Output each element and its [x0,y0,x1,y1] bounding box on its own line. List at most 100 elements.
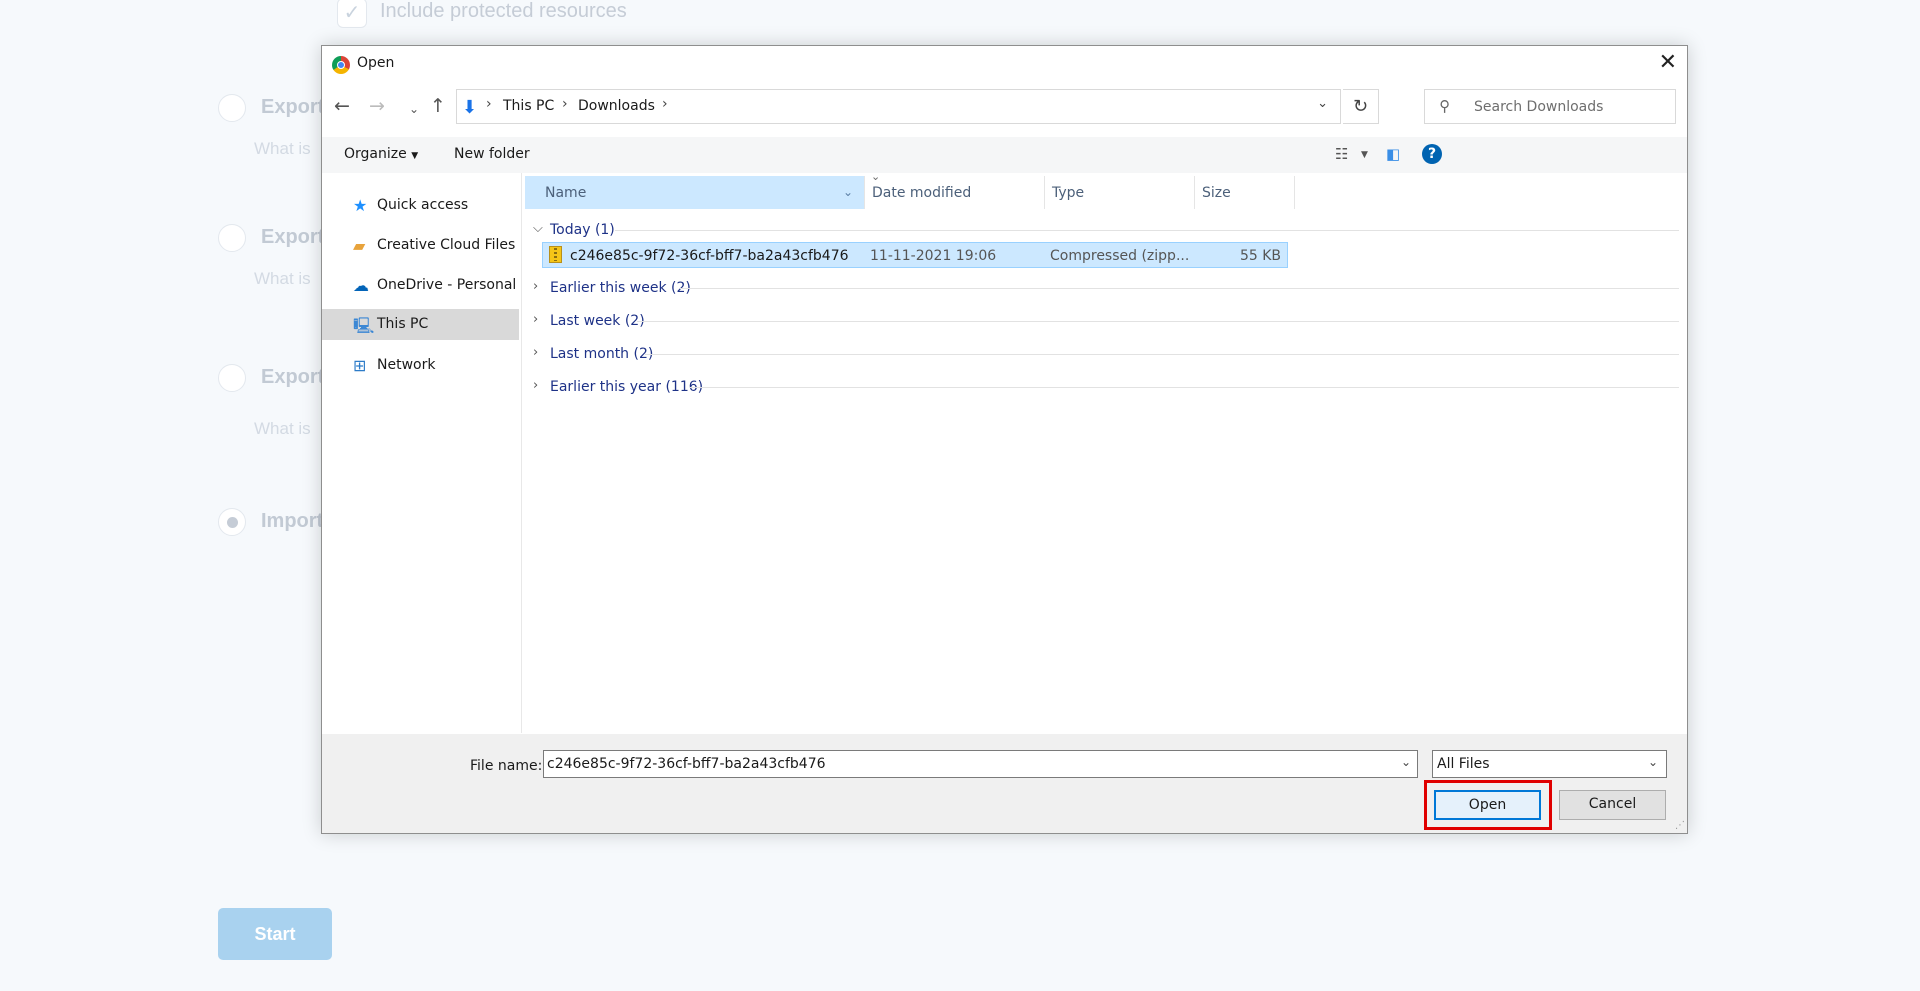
group-header-today[interactable]: ⌵ Today (1) [525,218,1679,242]
preview-pane-icon[interactable]: ◧ [1386,145,1400,163]
column-dropdown-icon[interactable]: ⌄ [843,185,853,199]
chevron-right-icon[interactable]: › [662,96,668,112]
view-options-icon[interactable]: ☷ [1335,145,1348,163]
file-date-cell: 11-11-2021 19:06 [870,248,997,264]
include-protected-label: Include protected resources [380,0,627,22]
help-icon[interactable]: ? [1422,144,1442,164]
export-option-2-label: Export [261,226,325,248]
cloud-icon: ☁ [353,276,369,295]
import-radio[interactable] [218,508,246,536]
downloads-arrow-icon: ⬇ [462,97,478,118]
export-option-3-desc: What is [254,419,311,438]
forward-arrow-icon[interactable]: → [369,96,385,116]
chevron-right-icon: › [533,279,539,294]
nav-item-label: Quick access [377,197,469,213]
import-option-label: Import [261,510,324,532]
group-header-earlier-this-week[interactable]: › Earlier this week (2) [525,276,1679,300]
column-header-name[interactable]: Name ⌄ [525,176,865,209]
file-type-cell: Compressed (zipp... [1050,248,1190,264]
chrome-icon [332,56,350,74]
caret-down-icon: ▼ [411,151,419,161]
file-row[interactable]: c246e85c-9f72-36cf-bff7-ba2a43cfb476 11-… [542,242,1288,268]
address-bar[interactable]: ⬇ › This PC › Downloads › ⌄ [456,89,1341,124]
recent-locations-chevron-icon[interactable]: ⌄ [409,99,419,119]
group-divider [690,387,1679,388]
chevron-right-icon[interactable]: › [562,96,568,112]
up-arrow-icon[interactable]: ↑ [430,96,446,116]
breadcrumb-downloads[interactable]: Downloads [578,98,655,114]
export-option-3-label: Export [261,366,325,388]
refresh-icon[interactable]: ↻ [1343,89,1379,124]
group-label: Earlier this year (116) [550,379,704,395]
file-type-value: All Files [1437,756,1490,772]
column-header-label: Name [545,185,587,201]
chevron-right-icon: › [533,345,539,360]
nav-item-label: Network [377,357,436,373]
group-label: Earlier this week (2) [550,280,691,296]
file-name-field[interactable]: c246e85c-9f72-36cf-bff7-ba2a43cfb476 ⌄ [543,750,1418,778]
start-button[interactable]: Start [218,908,332,960]
export-option-1-desc: What is [254,139,311,158]
group-label: Last week (2) [550,313,645,329]
column-header-label: Date modified [872,185,972,201]
column-header-type[interactable]: Type [1045,176,1195,209]
export-option-1-label: Export [261,96,325,118]
file-name-cell: c246e85c-9f72-36cf-bff7-ba2a43cfb476 [570,248,849,264]
network-icon: ⊞ [353,356,367,375]
group-label: Today (1) [550,222,615,238]
nav-item-label: Creative Cloud Files [377,237,516,253]
organize-label: Organize [344,146,407,162]
file-type-select[interactable]: All Files ⌄ [1432,750,1667,778]
search-icon: ⚲ [1439,97,1450,115]
breadcrumb-this-pc[interactable]: This PC [503,98,554,114]
dialog-footer: File name: c246e85c-9f72-36cf-bff7-ba2a4… [322,734,1687,833]
resize-grip-icon[interactable]: ⋰ [1675,820,1685,831]
export-radio-1[interactable] [218,94,246,122]
address-dropdown-chevron-icon[interactable]: ⌄ [1317,96,1328,111]
column-header-date[interactable]: Date modified [865,176,1045,209]
group-header-last-month[interactable]: › Last month (2) [525,342,1679,366]
group-divider [615,230,1679,231]
nav-item-creative-cloud[interactable]: ▰ Creative Cloud Files [322,230,519,261]
file-name-value: c246e85c-9f72-36cf-bff7-ba2a43cfb476 [547,756,826,772]
nav-item-label: OneDrive - Personal [377,277,517,293]
export-radio-2[interactable] [218,224,246,252]
search-input[interactable]: ⚲ Search Downloads [1424,89,1676,124]
new-folder-button[interactable]: New folder [454,146,530,162]
back-arrow-icon[interactable]: ← [334,96,350,116]
group-divider [680,288,1679,289]
search-placeholder: Search Downloads [1474,99,1604,115]
include-protected-checkbox[interactable]: ✓ [337,0,367,28]
chevron-right-icon[interactable]: › [486,96,492,112]
navigation-pane: ★ Quick access ▰ Creative Cloud Files ☁ … [322,173,522,733]
export-option-2-desc: What is [254,269,311,288]
organize-button[interactable]: Organize ▼ [344,146,418,162]
chevron-down-icon[interactable]: ⌄ [1401,755,1411,769]
file-size-cell: 55 KB [1239,248,1281,264]
close-icon[interactable]: ✕ [1659,51,1677,75]
nav-item-onedrive[interactable]: ☁ OneDrive - Personal [322,270,519,301]
view-dropdown-caret-icon[interactable]: ▼ [1361,150,1368,160]
group-label: Last month (2) [550,346,654,362]
chevron-right-icon: › [533,312,539,327]
computer-icon: 🖳 [353,316,375,335]
group-divider [637,321,1679,322]
column-header-size[interactable]: Size [1195,176,1295,209]
group-header-earlier-this-year[interactable]: › Earlier this year (116) [525,375,1679,399]
creative-cloud-icon: ▰ [353,236,366,255]
column-header-label: Type [1052,185,1085,201]
nav-item-this-pc[interactable]: 🖳 This PC [322,309,519,340]
file-list: ⌄ Name ⌄ Date modified Type Size ⌵ Today… [525,170,1687,733]
chevron-down-icon: ⌄ [1647,755,1658,769]
open-button[interactable]: Open [1434,790,1541,820]
cancel-button[interactable]: Cancel [1559,790,1666,820]
group-header-last-week[interactable]: › Last week (2) [525,309,1679,333]
toolbar: Organize ▼ New folder ☷ ▼ ◧ ? [322,137,1687,173]
nav-item-quick-access[interactable]: ★ Quick access [322,190,519,221]
column-header-label: Size [1202,185,1231,201]
star-icon: ★ [353,196,368,215]
chevron-right-icon: › [533,378,539,393]
export-radio-3[interactable] [218,364,246,392]
nav-item-network[interactable]: ⊞ Network [322,350,519,381]
dialog-title: Open [357,55,395,71]
